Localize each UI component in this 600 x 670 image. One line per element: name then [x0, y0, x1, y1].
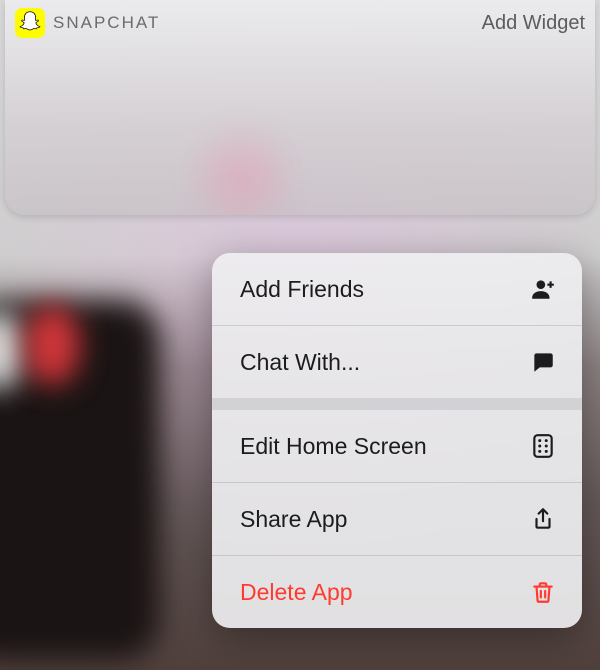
menu-item-label: Chat With... — [240, 349, 360, 376]
widget-title-group: SNAPCHAT — [15, 8, 160, 38]
snapchat-widget-card[interactable]: SNAPCHAT Add Widget — [5, 0, 595, 215]
snapchat-ghost-icon — [15, 8, 45, 38]
add-widget-button[interactable]: Add Widget — [482, 12, 585, 35]
share-icon — [528, 504, 558, 534]
menu-item-label: Edit Home Screen — [240, 433, 427, 460]
chat-icon — [528, 347, 558, 377]
menu-group-separator — [212, 398, 582, 410]
widget-header: SNAPCHAT Add Widget — [15, 8, 585, 38]
menu-item-delete-app[interactable]: Delete App — [212, 556, 582, 628]
menu-item-label: Delete App — [240, 579, 353, 606]
trash-icon — [528, 577, 558, 607]
widget-app-name: SNAPCHAT — [53, 13, 160, 33]
menu-item-chat-with[interactable]: Chat With... — [212, 326, 582, 398]
apps-grid-icon — [528, 431, 558, 461]
background-blur-shape — [25, 305, 80, 385]
menu-item-label: Share App — [240, 506, 347, 533]
menu-item-share-app[interactable]: Share App — [212, 483, 582, 555]
menu-item-add-friends[interactable]: Add Friends — [212, 253, 582, 325]
menu-item-edit-home-screen[interactable]: Edit Home Screen — [212, 410, 582, 482]
app-context-menu: Add Friends Chat With... Edit Home Scree… — [212, 253, 582, 628]
menu-item-label: Add Friends — [240, 276, 364, 303]
add-friend-icon — [528, 274, 558, 304]
